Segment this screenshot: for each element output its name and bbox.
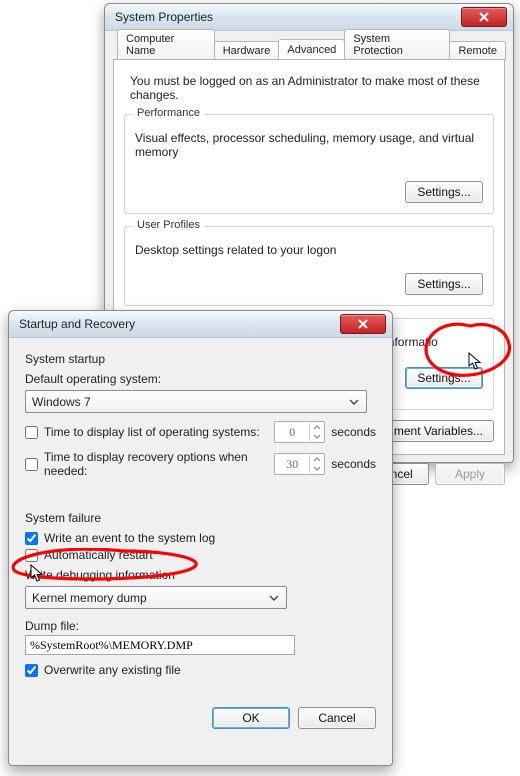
recovery-ok-button[interactable]: OK (212, 707, 290, 729)
chevron-down-icon (346, 399, 362, 405)
tab-strip: Computer Name Hardware Advanced System P… (113, 37, 505, 59)
startup-recovery-window: Startup and Recovery System startup Defa… (8, 310, 393, 766)
window-title: System Properties (115, 10, 213, 24)
performance-desc: Visual effects, processor scheduling, me… (135, 131, 483, 159)
environment-variables-button[interactable]: nment Variables... (376, 420, 494, 442)
system-startup-heading: System startup (25, 352, 376, 366)
spinner-down-icon[interactable] (310, 432, 324, 441)
time-list-checkbox[interactable]: Time to display list of operating system… (25, 425, 260, 439)
tab-computer-name[interactable]: Computer Name (117, 29, 215, 60)
dump-file-input[interactable] (25, 635, 295, 655)
auto-restart-label: Automatically restart (44, 548, 153, 562)
dump-type-combo[interactable]: Kernel memory dump (25, 586, 287, 609)
performance-settings-button[interactable]: Settings... (405, 181, 483, 203)
system-properties-titlebar[interactable]: System Properties (105, 4, 513, 31)
group-user-profiles-legend: User Profiles (133, 219, 204, 231)
admin-notice: You must be logged on as an Administrato… (124, 68, 494, 102)
time-recovery-checkbox[interactable]: Time to display recovery options when ne… (25, 450, 262, 478)
overwrite-checkbox[interactable]: Overwrite any existing file (25, 663, 376, 677)
close-button[interactable] (340, 314, 386, 334)
tab-hardware[interactable]: Hardware (214, 41, 280, 60)
chevron-down-icon (266, 595, 282, 601)
time-recovery-spinner[interactable] (274, 453, 325, 475)
user-profiles-settings-button[interactable]: Settings... (405, 273, 483, 295)
startup-recovery-titlebar[interactable]: Startup and Recovery (9, 311, 392, 338)
tab-advanced[interactable]: Advanced (278, 39, 345, 59)
write-event-checkbox[interactable]: Write an event to the system log (25, 531, 376, 545)
default-os-value: Windows 7 (32, 395, 346, 409)
window-title: Startup and Recovery (19, 317, 135, 331)
time-recovery-label: Time to display recovery options when ne… (44, 450, 262, 478)
startup-recovery-settings-button[interactable]: Settings... (405, 367, 483, 389)
group-performance-legend: Performance (133, 107, 204, 119)
close-button[interactable] (461, 7, 507, 27)
time-list-value[interactable] (275, 424, 309, 441)
time-recovery-value[interactable] (275, 456, 309, 473)
sysprop-apply-button: Apply (435, 463, 505, 485)
dump-type-value: Kernel memory dump (32, 591, 266, 605)
time-list-label: Time to display list of operating system… (44, 425, 260, 439)
default-os-label: Default operating system: (25, 372, 376, 386)
tab-system-protection[interactable]: System Protection (344, 29, 450, 60)
group-performance: Performance Visual effects, processor sc… (124, 114, 494, 214)
spinner-up-icon[interactable] (310, 423, 324, 432)
spinner-up-icon[interactable] (310, 455, 324, 464)
system-failure-heading: System failure (25, 511, 376, 525)
default-os-combo[interactable]: Windows 7 (25, 390, 367, 413)
seconds-label: seconds (331, 425, 376, 439)
write-event-label: Write an event to the system log (44, 531, 215, 545)
spinner-down-icon[interactable] (310, 464, 324, 473)
overwrite-label: Overwrite any existing file (44, 663, 181, 677)
user-profiles-desc: Desktop settings related to your logon (135, 243, 483, 257)
group-user-profiles: User Profiles Desktop settings related t… (124, 226, 494, 306)
tab-remote[interactable]: Remote (449, 41, 506, 60)
write-debug-label: Write debugging information (25, 568, 376, 582)
recovery-cancel-button[interactable]: Cancel (298, 707, 376, 729)
auto-restart-checkbox[interactable]: Automatically restart (25, 548, 376, 562)
seconds-label: seconds (331, 457, 376, 471)
time-list-spinner[interactable] (274, 421, 325, 443)
dump-file-label: Dump file: (25, 619, 376, 633)
